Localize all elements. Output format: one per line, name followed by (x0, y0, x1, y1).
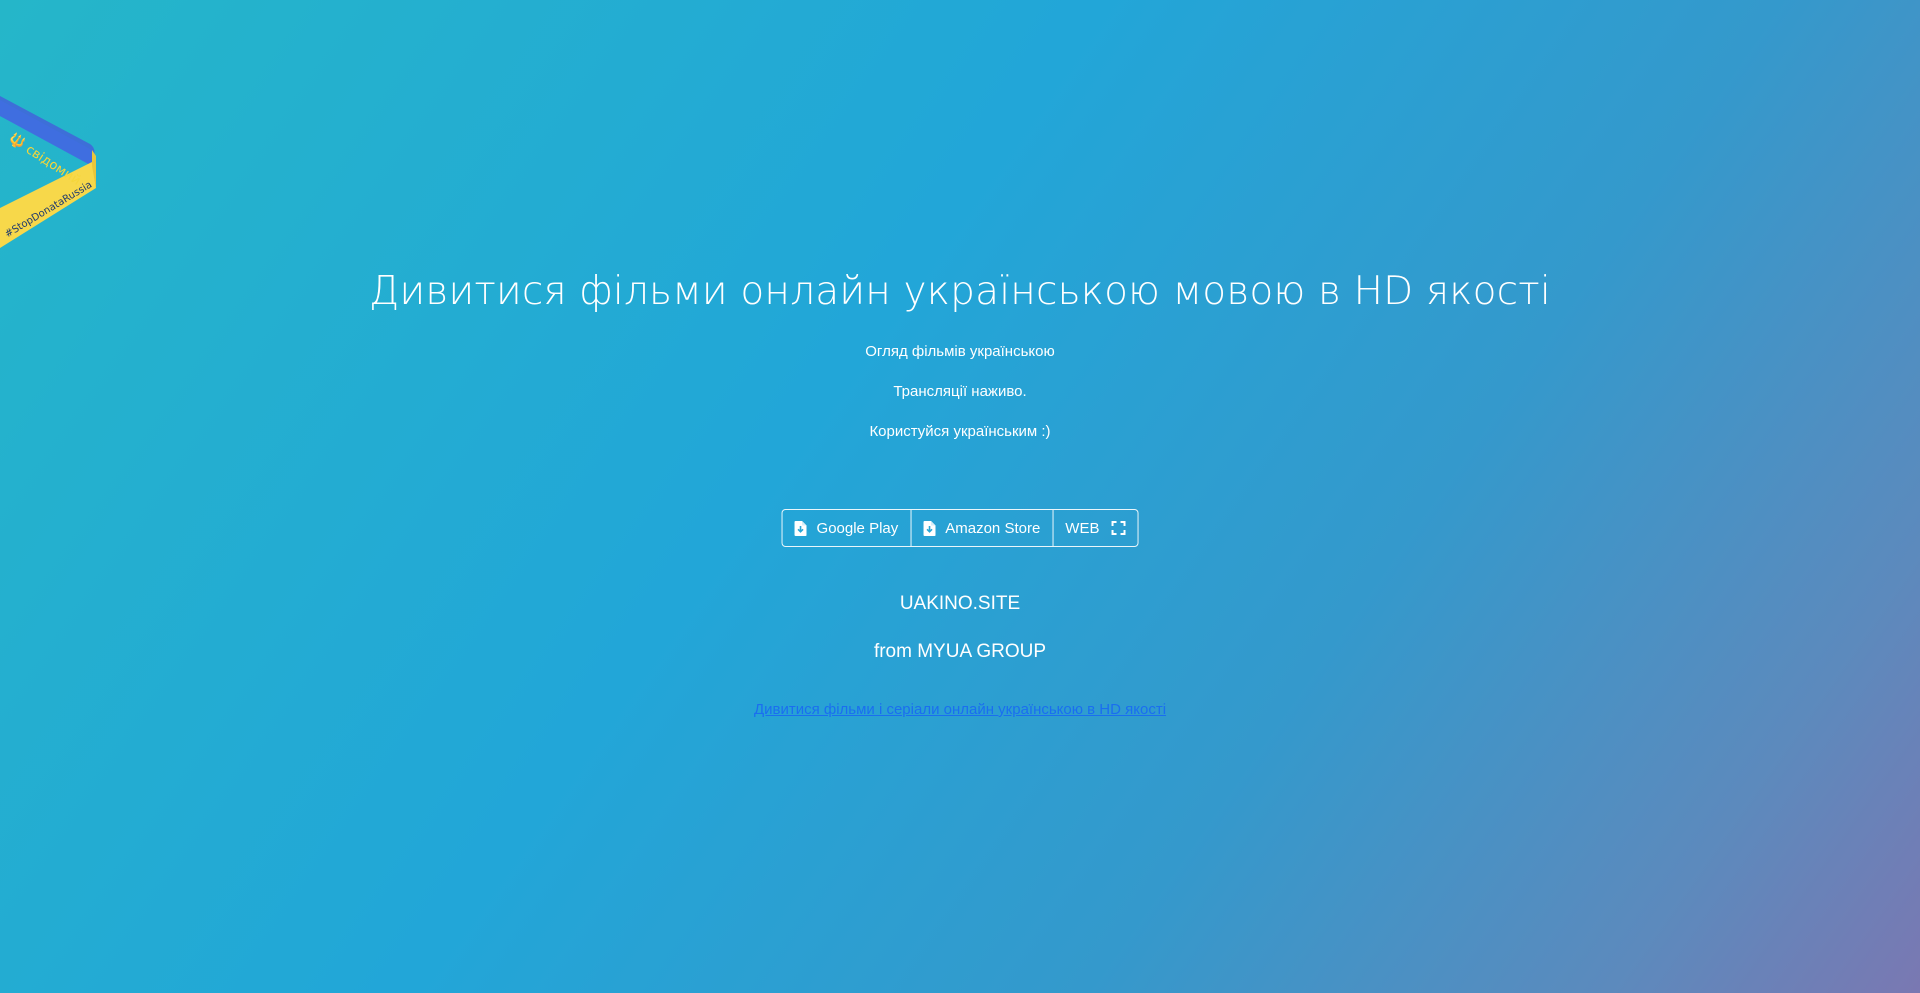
file-download-icon (923, 520, 936, 536)
download-button-group: Google Play Amazon Store WEB (781, 509, 1139, 547)
hero-line-3: Користуйся українським :) (869, 423, 1051, 440)
amazon-store-button[interactable]: Amazon Store (911, 510, 1054, 546)
brand-name: UAKINO.SITE (899, 593, 1021, 614)
hero-line-1: Огляд фільмів українською (865, 343, 1055, 360)
web-label: WEB (1065, 519, 1100, 537)
web-button[interactable]: WEB (1053, 510, 1137, 546)
hero-section: Дивитися фільми онлайн українською мовою… (0, 262, 1920, 718)
fullscreen-icon (1111, 521, 1126, 535)
google-play-label: Google Play (816, 519, 899, 537)
hero-line-2: Трансляції наживо. (893, 383, 1027, 400)
hero-lines: Огляд фільмів українською Трансляції наж… (0, 342, 1920, 462)
file-download-icon (794, 520, 807, 536)
google-play-button[interactable]: Google Play (783, 510, 912, 546)
footer-link-container: Дивитися фільми і серіали онлайн українс… (0, 700, 1920, 720)
brand-from: from MYUA GROUP (873, 641, 1047, 662)
amazon-store-label: Amazon Store (945, 519, 1041, 537)
watch-movies-link[interactable]: Дивитися фільми і серіали онлайн українс… (754, 701, 1166, 718)
page-title: Дивитися фільми онлайн українською мовою… (369, 269, 1551, 314)
